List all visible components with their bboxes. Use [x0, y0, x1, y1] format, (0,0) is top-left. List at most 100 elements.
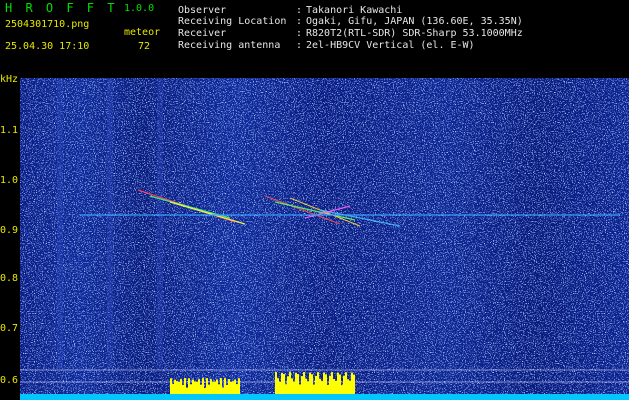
signal-bar [224, 378, 226, 394]
signal-bar [349, 380, 351, 394]
signal-bar [325, 374, 327, 394]
signal-bar [200, 384, 202, 394]
signal-bar [238, 378, 240, 394]
file-name: 2504301710.png [5, 19, 90, 30]
signal-bar [220, 378, 222, 394]
signal-bar [188, 378, 190, 394]
signal-bar [313, 384, 315, 394]
signal-bar [287, 376, 289, 394]
signal-bar [234, 379, 236, 394]
signal-bar [190, 384, 192, 394]
signal-bar [341, 385, 343, 394]
signal-bar [222, 387, 224, 394]
signal-bar [297, 374, 299, 394]
antenna-value: 2el-HB9CV Vertical (el. E-W) [306, 40, 475, 51]
spectrogram [20, 78, 629, 400]
signal-bar [339, 374, 341, 394]
y-axis-unit: kHz [0, 74, 19, 85]
receiver-separator: : [296, 28, 303, 39]
signal-bar [311, 374, 313, 394]
signal-bar [283, 373, 285, 394]
signal-bar [343, 375, 345, 394]
signal-bar [184, 378, 186, 394]
signal-bar [307, 381, 309, 394]
header-panel: H R O F F T 1.0.0 2504301710.png meteor … [0, 0, 629, 72]
location-label: Receiving Location [178, 16, 287, 27]
signal-bar [206, 378, 208, 394]
signal-bar [172, 383, 174, 394]
y-tick-label: 1.0 [0, 175, 19, 186]
signal-bar [178, 381, 180, 394]
signal-bar [305, 378, 307, 394]
signal-bar [212, 381, 214, 394]
location-value: Ogaki, Gifu, JAPAN (136.60E, 35.35N) [306, 16, 523, 27]
signal-bar [214, 381, 216, 394]
meteor-count: 72 [138, 41, 151, 52]
signal-bar [321, 381, 323, 394]
antenna-separator: : [296, 40, 303, 51]
signal-bar [275, 372, 277, 394]
signal-bar [216, 379, 218, 394]
signal-bar [192, 379, 194, 394]
signal-bar [180, 379, 182, 394]
signal-bar [208, 384, 210, 394]
y-tick-label: 0.7 [0, 323, 19, 334]
app-version: 1.0.0 [124, 3, 155, 14]
signal-bar [337, 372, 339, 394]
receiver-value: R820T2(RTL-SDR) SDR-Sharp 53.1000MHz [306, 28, 523, 39]
signal-bar [226, 384, 228, 394]
signal-bar [232, 381, 234, 394]
signal-bar [353, 374, 355, 394]
y-tick-label: 0.6 [0, 375, 19, 386]
signal-bar [289, 372, 291, 394]
signal-bar [196, 381, 198, 394]
signal-bar [329, 375, 331, 394]
signal-bar [174, 379, 176, 394]
signal-bar [182, 385, 184, 394]
signal-bar [186, 387, 188, 394]
location-separator: : [296, 16, 303, 27]
signal-bar [230, 381, 232, 394]
app-title: H R O F F T [5, 1, 118, 15]
signal-bar [309, 372, 311, 394]
signal-bar [351, 372, 353, 394]
signal-bar [335, 380, 337, 394]
y-tick-label: 1.1 [0, 125, 19, 136]
signal-bar [236, 384, 238, 394]
signal-bar [277, 378, 279, 394]
signal-bar [228, 379, 230, 394]
signal-bar [295, 372, 297, 394]
signal-bar [194, 381, 196, 394]
receiver-label: Receiver [178, 28, 227, 39]
signal-bar [198, 379, 200, 394]
signal-bar [176, 381, 178, 394]
signal-bar [299, 384, 301, 394]
signal-bar [204, 387, 206, 394]
signal-bar [210, 379, 212, 394]
signal-bar [317, 372, 319, 394]
signal-bar [333, 379, 335, 394]
signal-bar [285, 384, 287, 394]
y-tick-label: 0.8 [0, 273, 19, 284]
mode-label: meteor [124, 27, 161, 38]
signal-bar [327, 384, 329, 394]
date-time: 25.04.30 17:10 [5, 41, 90, 52]
signal-bar [301, 376, 303, 394]
signal-bar [331, 372, 333, 394]
signal-bar [281, 372, 283, 394]
antenna-label: Receiving antenna [178, 40, 281, 51]
signal-bar [345, 372, 347, 394]
signal-bar [170, 378, 172, 394]
spectrogram-canvas [20, 78, 629, 400]
signal-bar [315, 375, 317, 394]
signal-baseline [20, 394, 629, 400]
signal-bar [319, 378, 321, 394]
signal-bar [303, 372, 305, 394]
y-tick-label: 0.9 [0, 225, 19, 236]
signal-bar [293, 381, 295, 394]
signal-bar [202, 378, 204, 394]
signal-bar [218, 384, 220, 394]
signal-bar [347, 379, 349, 394]
signal-bar [323, 372, 325, 394]
signal-bar [279, 381, 281, 394]
